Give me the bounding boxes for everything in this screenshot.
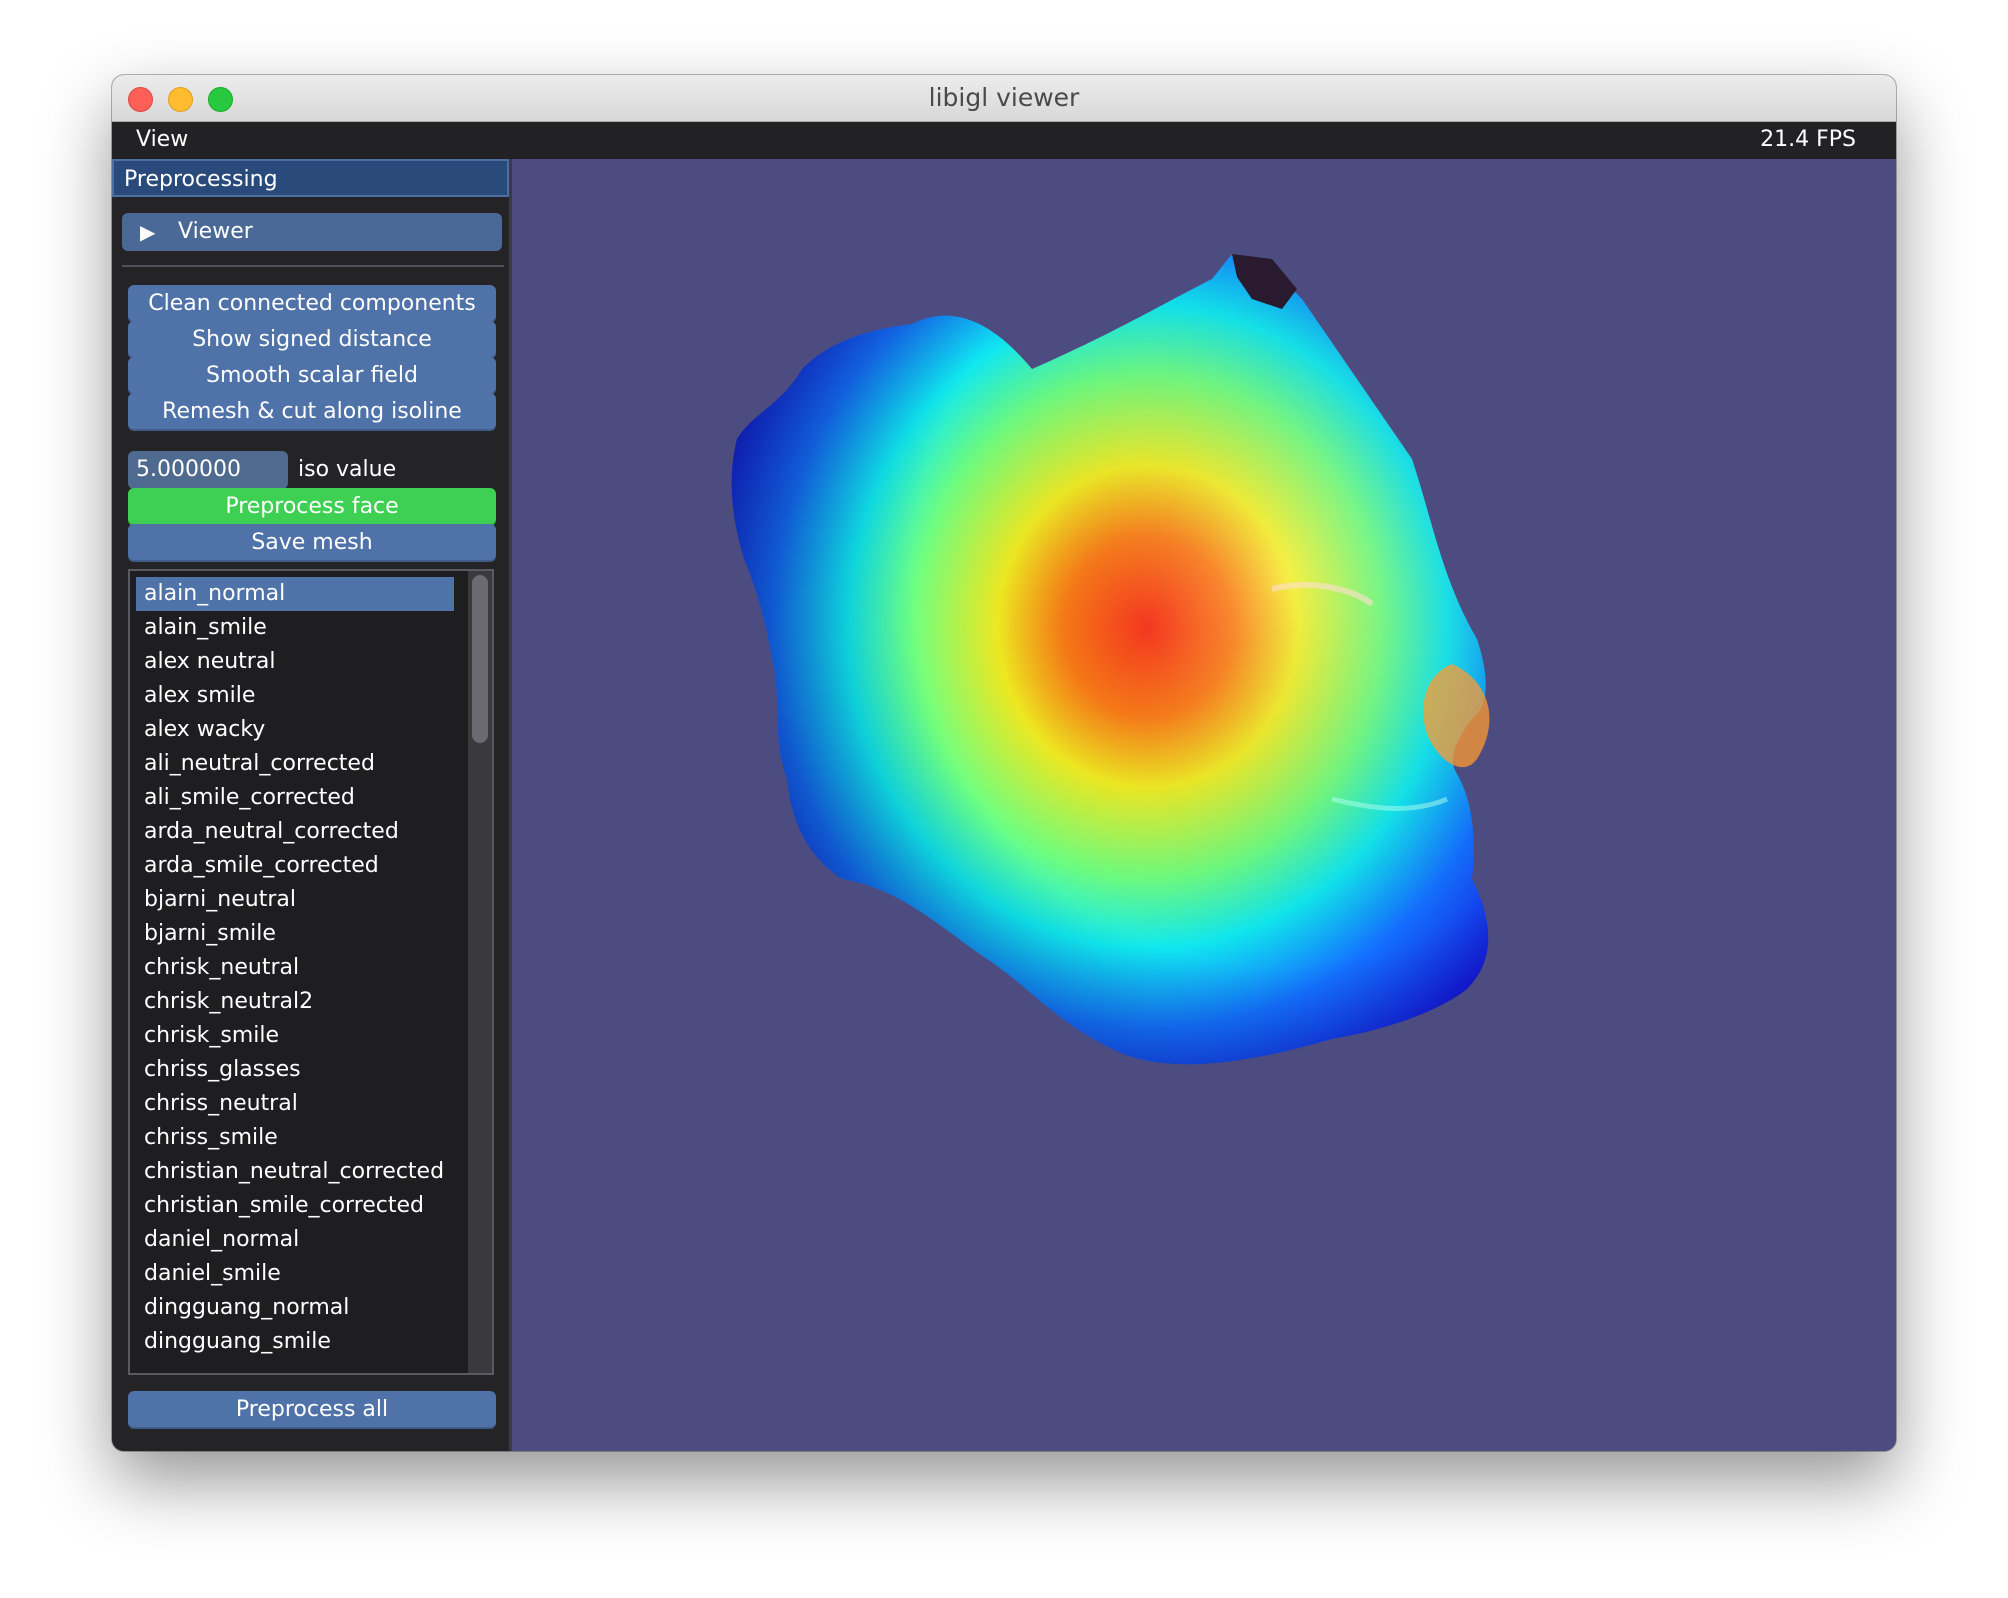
file-list-item[interactable]: chrisk_neutral (136, 951, 454, 985)
iso-value-input[interactable]: 5.000000 (128, 451, 288, 489)
file-list-item[interactable]: chrisk_smile (136, 1019, 454, 1053)
clean-components-button[interactable]: Clean connected components (128, 285, 496, 323)
triangle-right-icon: ▶ (140, 220, 156, 244)
file-list-item[interactable]: alex wacky (136, 713, 454, 747)
list-scrollbar-thumb[interactable] (472, 575, 488, 743)
file-list-item[interactable]: arda_smile_corrected (136, 849, 454, 883)
file-list-item[interactable]: bjarni_neutral (136, 883, 454, 917)
menu-view[interactable]: View (136, 122, 188, 158)
file-list-item[interactable]: arda_neutral_corrected (136, 815, 454, 849)
file-list-item[interactable]: dingguang_smile (136, 1325, 454, 1359)
title-bar: libigl viewer (112, 75, 1896, 122)
file-list-item[interactable]: ali_neutral_corrected (136, 747, 454, 781)
divider (122, 265, 504, 267)
preprocessing-panel: Preprocessing ▶ Viewer Clean connected c… (112, 159, 512, 1451)
file-list-item[interactable]: alain_normal (136, 577, 454, 611)
3d-viewport[interactable] (512, 159, 1896, 1451)
preprocess-all-button[interactable]: Preprocess all (128, 1391, 496, 1429)
file-list-item[interactable]: daniel_normal (136, 1223, 454, 1257)
file-list-item[interactable]: ali_smile_corrected (136, 781, 454, 815)
face-surface (731, 254, 1490, 1065)
app-window: libigl viewer View 21.4 FPS Preprocessin… (112, 75, 1896, 1451)
viewer-section-toggle[interactable]: ▶ Viewer (122, 213, 502, 251)
file-list-item[interactable]: daniel_smile (136, 1257, 454, 1291)
file-list-item[interactable]: christian_neutral_corrected (136, 1155, 454, 1189)
file-list-item[interactable]: chriss_glasses (136, 1053, 454, 1087)
menu-bar: View 21.4 FPS (112, 122, 1896, 158)
remesh-cut-button[interactable]: Remesh & cut along isoline (128, 393, 496, 431)
file-list-item[interactable]: alain_smile (136, 611, 454, 645)
show-signed-distance-button[interactable]: Show signed distance (128, 321, 496, 359)
file-list-item[interactable]: chriss_neutral (136, 1087, 454, 1121)
smooth-scalar-field-button[interactable]: Smooth scalar field (128, 357, 496, 395)
fps-counter: 21.4 FPS (1760, 127, 1856, 152)
list-scrollbar[interactable] (468, 571, 492, 1373)
file-list: alain_normal alain_smile alex neutral alex … (136, 577, 454, 1359)
file-list-item[interactable]: chriss_smile (136, 1121, 454, 1155)
file-list-item[interactable]: chrisk_neutral2 (136, 985, 454, 1019)
viewer-section-label: Viewer (178, 219, 253, 244)
file-list-item[interactable]: dingguang_normal (136, 1291, 454, 1325)
window-title: libigl viewer (928, 83, 1080, 112)
face-mesh-render (731, 254, 1490, 1065)
file-list-item[interactable]: alex smile (136, 679, 454, 713)
panel-title[interactable]: Preprocessing (112, 159, 509, 197)
save-mesh-button[interactable]: Save mesh (128, 524, 496, 562)
preprocess-face-button[interactable]: Preprocess face (128, 488, 496, 526)
file-list-item[interactable]: christian_smile_corrected (136, 1189, 454, 1223)
file-listbox[interactable]: alain_normal alain_smile alex neutral alex … (128, 569, 494, 1375)
iso-value-label: iso value (298, 457, 397, 482)
file-list-item[interactable]: bjarni_smile (136, 917, 454, 951)
file-list-item[interactable]: alex neutral (136, 645, 454, 679)
